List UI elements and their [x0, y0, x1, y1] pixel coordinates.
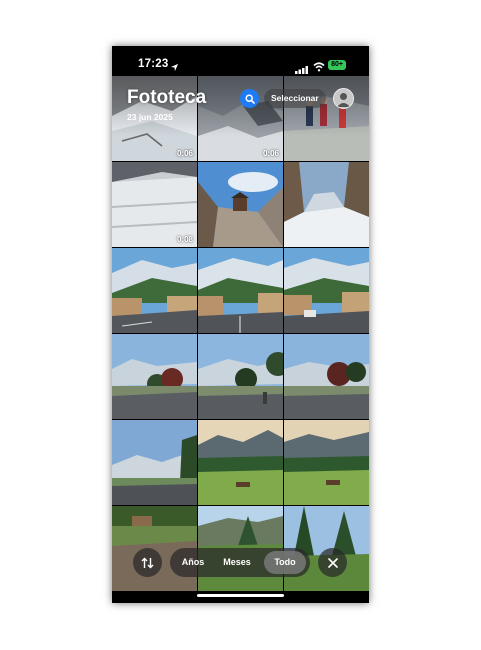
- search-icon: [244, 93, 255, 104]
- section-date: 23 jun 2025: [127, 112, 173, 122]
- battery-indicator: 80+: [328, 60, 346, 70]
- photo-tile[interactable]: [198, 334, 283, 419]
- photo-tile[interactable]: [198, 248, 283, 333]
- view-segmented-control: Años Meses Todo: [170, 548, 310, 577]
- photo-tile[interactable]: [284, 420, 369, 505]
- home-indicator: [197, 594, 284, 597]
- photo-tile[interactable]: [284, 248, 369, 333]
- photo-tile[interactable]: [198, 162, 283, 247]
- select-button[interactable]: Seleccionar: [264, 89, 326, 108]
- search-button[interactable]: [240, 89, 259, 108]
- video-duration: 0:08: [176, 235, 193, 244]
- avatar[interactable]: [333, 88, 354, 109]
- segment-months[interactable]: Meses: [216, 551, 258, 574]
- photo-tile[interactable]: [112, 248, 197, 333]
- segment-all[interactable]: Todo: [264, 551, 306, 574]
- segment-years[interactable]: Años: [174, 551, 212, 574]
- page-title: Fototeca: [127, 87, 207, 108]
- photo-tile[interactable]: [198, 420, 283, 505]
- video-duration: 0:06: [262, 149, 279, 158]
- wifi-icon: [313, 59, 325, 77]
- status-time: 17:23: [138, 58, 169, 70]
- video-duration: 0:06: [176, 149, 193, 158]
- close-button[interactable]: [318, 548, 347, 577]
- photo-tile[interactable]: [112, 334, 197, 419]
- photo-tile[interactable]: 0:08: [112, 162, 197, 247]
- photo-tile[interactable]: [284, 334, 369, 419]
- cellular-signal-icon: [295, 61, 309, 79]
- photo-tile[interactable]: [112, 420, 197, 505]
- sort-arrows-icon: [141, 557, 154, 568]
- status-bar: 17:23 80+: [112, 46, 369, 76]
- photo-tile[interactable]: [284, 162, 369, 247]
- close-icon: [327, 557, 338, 568]
- photo-grid: 0:06 0:06 0:08: [112, 76, 369, 591]
- location-arrow-icon: [170, 59, 179, 77]
- sort-button[interactable]: [133, 548, 162, 577]
- phone-screen: 0:06 0:06 0:08 17:23 80+ Fototeca 23 jun…: [112, 46, 369, 603]
